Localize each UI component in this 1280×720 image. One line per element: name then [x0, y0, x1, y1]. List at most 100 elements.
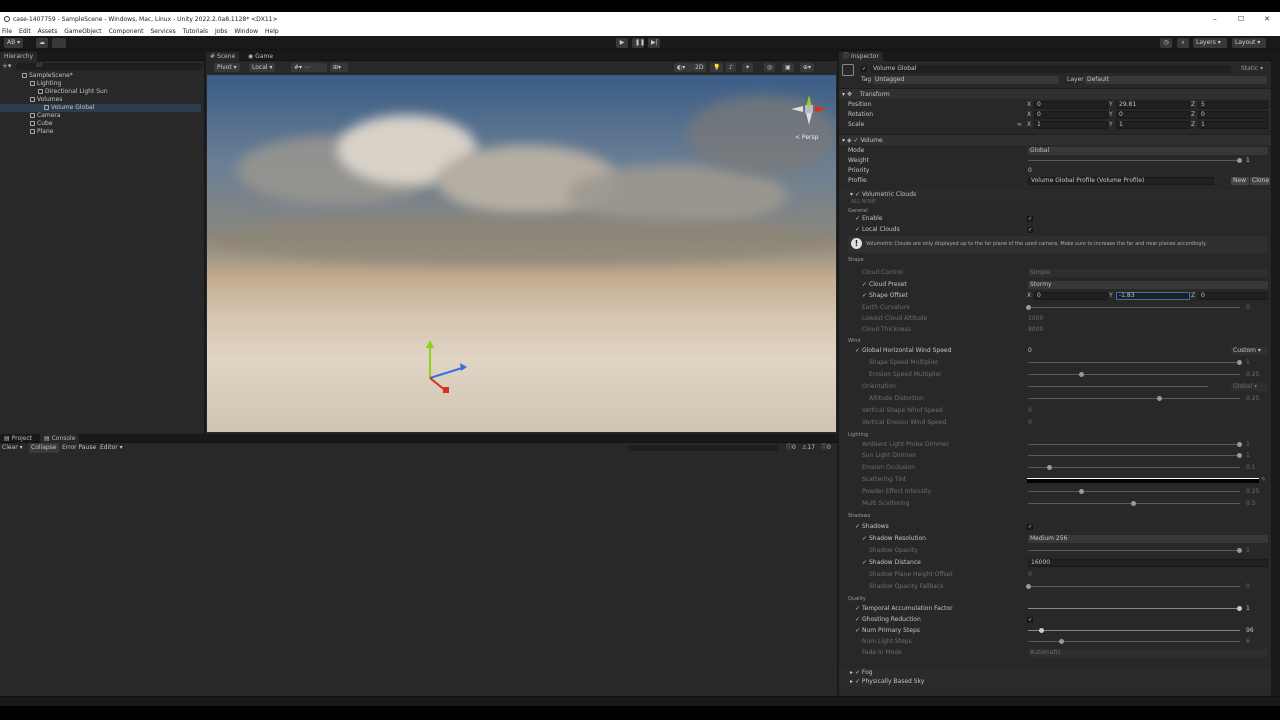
rotation-z[interactable]: 0	[1198, 111, 1268, 119]
layers-dropdown[interactable]: Layers ▾	[1193, 38, 1227, 48]
ssm-knob[interactable]	[1237, 360, 1242, 365]
camera-settings-icon[interactable]: ▣	[782, 63, 794, 72]
position-z[interactable]: 5	[1198, 101, 1268, 109]
play-button[interactable]: ▶	[616, 38, 628, 48]
shadow-opacity-knob[interactable]	[1237, 548, 1242, 553]
object-name-field[interactable]: Volume Global	[871, 65, 1231, 73]
shadow-opacity-slider[interactable]	[1028, 550, 1240, 551]
altitude-distortion-slider[interactable]	[1028, 398, 1240, 399]
taf-override[interactable]: ✓	[855, 604, 860, 614]
earth-curvature-knob[interactable]	[1026, 305, 1031, 310]
minimize-icon[interactable]: –	[1202, 12, 1228, 26]
menu-tutorials[interactable]: Tutorials	[183, 28, 208, 35]
vsws-value[interactable]: 0	[1028, 406, 1032, 416]
menu-assets[interactable]: Assets	[38, 28, 58, 35]
hierarchy-item-lighting[interactable]: Lighting	[30, 80, 61, 88]
sld-slider[interactable]	[1028, 455, 1240, 456]
sky-enabled-checkbox[interactable]: ✓	[855, 678, 860, 685]
menu-component[interactable]: Component	[109, 28, 144, 35]
sld-value[interactable]: 1	[1246, 451, 1250, 461]
hierarchy-item-scene[interactable]: SampleScene*	[22, 72, 73, 80]
nls-value[interactable]: 6	[1246, 637, 1250, 647]
profile-field[interactable]: Volume Global Profile (Volume Profile)	[1028, 177, 1214, 185]
hierarchy-item-plane[interactable]: Plane	[30, 128, 53, 136]
hierarchy-item-volume-global[interactable]: Volume Global	[0, 104, 201, 112]
gizmos-dropdown[interactable]: ⊕▾	[800, 63, 815, 72]
pei-slider[interactable]	[1028, 491, 1240, 492]
pei-value[interactable]: 0.25	[1246, 487, 1259, 497]
lowest-altitude-value[interactable]: 1000	[1028, 314, 1043, 324]
pivot-dropdown[interactable]: Pivot ▾	[214, 63, 240, 72]
shape-offset-override[interactable]: ✓	[862, 291, 867, 301]
shadow-res-override[interactable]: ✓	[862, 534, 867, 544]
error-pause-button[interactable]: Error Pause	[62, 443, 96, 453]
ssm-slider[interactable]	[1028, 362, 1240, 363]
taf-knob[interactable]	[1237, 606, 1242, 611]
local-dropdown[interactable]: Local ▾	[249, 63, 276, 72]
clear-button[interactable]: Clear ▾	[2, 443, 23, 453]
ms-value[interactable]: 0.5	[1246, 499, 1256, 509]
ghws-value[interactable]: 0	[1028, 346, 1032, 356]
active-checkbox[interactable]: ✓	[861, 66, 867, 72]
nps-value[interactable]: 96	[1246, 626, 1254, 636]
nls-knob[interactable]	[1059, 639, 1064, 644]
menu-services[interactable]: Services	[150, 28, 175, 35]
persp-label[interactable]: < Persp	[795, 134, 818, 141]
tab-scene[interactable]: # Scene	[206, 52, 240, 61]
info-count[interactable]: ⓘ0	[786, 443, 796, 453]
fade-in-mode-dropdown[interactable]: Automatic	[1028, 649, 1268, 657]
close-icon[interactable]: ✕	[1254, 12, 1280, 26]
enable-override[interactable]: ✓	[855, 214, 860, 224]
menu-jobs[interactable]: Jobs	[215, 28, 227, 35]
fog-enabled-checkbox[interactable]: ✓	[855, 669, 860, 676]
ghosting-checkbox[interactable]: ✓	[1027, 617, 1033, 623]
sof-knob[interactable]	[1026, 584, 1031, 589]
tab-inspector[interactable]: ⓘ Inspector	[839, 52, 883, 61]
menu-file[interactable]: File	[2, 28, 12, 35]
menu-window[interactable]: Window	[234, 28, 258, 35]
tab-project[interactable]: ▤ Project	[0, 434, 36, 443]
position-x[interactable]: 0	[1034, 101, 1108, 109]
hierarchy-item-cube[interactable]: Cube	[30, 120, 53, 128]
shadow-res-dropdown[interactable]: Medium 256	[1028, 535, 1268, 543]
link-icon[interactable]: ∞	[1017, 120, 1022, 130]
cloud-preset-dropdown[interactable]: Stormy	[1028, 281, 1268, 289]
ghws-override[interactable]: ✓	[855, 346, 860, 356]
ghosting-override[interactable]: ✓	[855, 615, 860, 625]
all-none-toggle[interactable]: ALL NONE	[851, 199, 876, 205]
local-clouds-checkbox[interactable]: ✓	[1027, 227, 1033, 233]
pause-button[interactable]: ❚❚	[632, 38, 645, 48]
alpd-slider[interactable]	[1028, 444, 1240, 445]
ghws-mode-dropdown[interactable]: Custom ▾	[1231, 347, 1268, 355]
add-icon[interactable]: +▾	[2, 63, 11, 70]
taf-slider[interactable]	[1028, 608, 1240, 609]
shadow-dist-override[interactable]: ✓	[862, 558, 867, 568]
error-count[interactable]: ⓘ0	[821, 443, 831, 453]
search-icon[interactable]: ⌕	[1177, 38, 1189, 48]
menu-edit[interactable]: Edit	[19, 28, 31, 35]
cloud-preset-override[interactable]: ✓	[862, 280, 867, 290]
scattering-tint-color-field[interactable]	[1027, 478, 1259, 483]
sof-slider[interactable]	[1028, 586, 1240, 587]
scale-z[interactable]: 1	[1198, 121, 1268, 129]
editor-dropdown[interactable]: Editor ▾	[100, 443, 123, 453]
volume-header[interactable]: ▾ ◈ ✓ Volume	[839, 134, 1271, 145]
transform-header[interactable]: ▾ ✥ Transform	[839, 88, 1271, 99]
taf-value[interactable]: 1	[1246, 604, 1250, 614]
tab-game[interactable]: ◉ Game	[244, 52, 277, 61]
shadows-checkbox[interactable]: ✓	[1027, 524, 1033, 530]
pei-knob[interactable]	[1079, 489, 1084, 494]
clone-profile-button[interactable]: Clone	[1250, 177, 1270, 185]
draw-mode-button[interactable]: ◐▾	[674, 63, 692, 72]
tag-dropdown[interactable]: Untagged	[873, 76, 1059, 84]
grid-snap-button[interactable]: #▾ ⋯	[291, 63, 327, 72]
hierarchy-search-input[interactable]: All	[16, 63, 202, 70]
eo-slider[interactable]	[1028, 467, 1240, 468]
tab-hierarchy[interactable]: Hierarchy	[0, 52, 38, 61]
step-button[interactable]: ▶|	[648, 38, 660, 48]
orientation-mode-dropdown[interactable]: Global ▾	[1231, 383, 1268, 391]
nps-knob[interactable]	[1039, 628, 1044, 633]
nps-override[interactable]: ✓	[855, 626, 860, 636]
warning-count[interactable]: ⚠17	[802, 443, 815, 453]
shape-offset-x[interactable]: 0	[1034, 292, 1108, 300]
